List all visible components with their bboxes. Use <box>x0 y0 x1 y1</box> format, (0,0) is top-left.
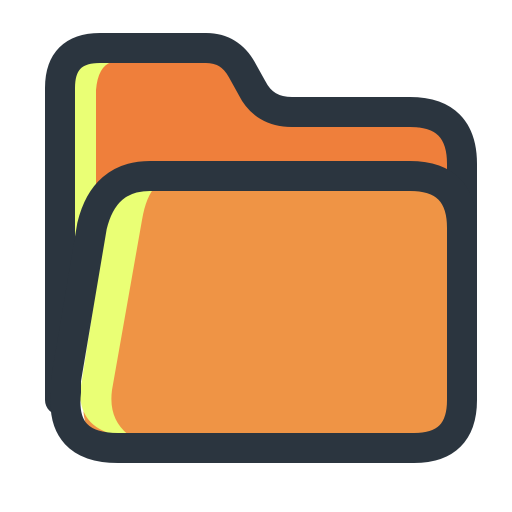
folder-open-icon <box>45 33 477 463</box>
icon-canvas <box>0 0 512 512</box>
